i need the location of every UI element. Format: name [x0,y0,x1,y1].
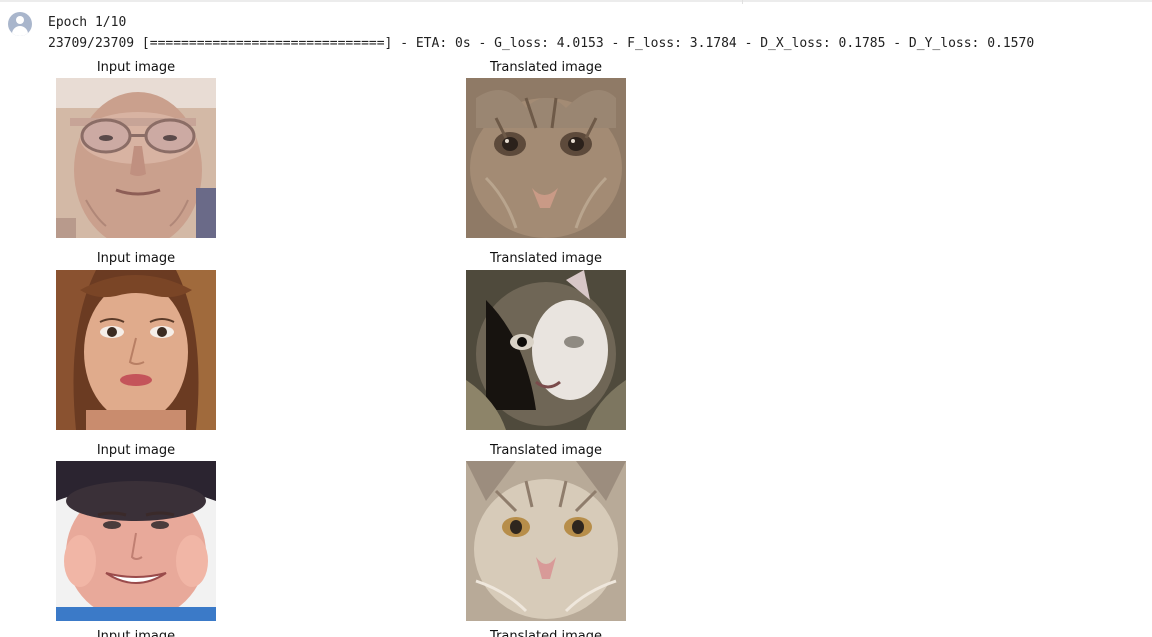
input-image-title: Input image [96,60,176,75]
translated-image-title: Translated image [490,251,602,266]
translated-image-title-clipped: Translated image [466,628,626,637]
translated-image [466,270,626,430]
translated-image [466,461,626,621]
input-image-title: Input image [96,443,176,458]
input-image-title-clipped: Input image [56,628,216,637]
input-image-title: Input image [96,251,176,266]
epoch-line: Epoch 1/10 [48,15,127,30]
translated-image [466,78,626,238]
cell-top-divider [742,0,743,4]
avatar-head [16,16,24,24]
input-image [56,461,216,621]
input-image-title: Input image [96,629,176,637]
translated-image-title: Translated image [490,60,602,75]
input-image [56,270,216,430]
translated-image-title: Translated image [490,443,602,458]
translated-image-title: Translated image [490,629,602,637]
input-image [56,78,216,238]
cell-top-border [0,0,1152,2]
avatar-shoulders [12,26,28,36]
user-avatar-icon[interactable] [8,12,32,36]
progress-line: 23709/23709 [===========================… [48,36,1035,51]
